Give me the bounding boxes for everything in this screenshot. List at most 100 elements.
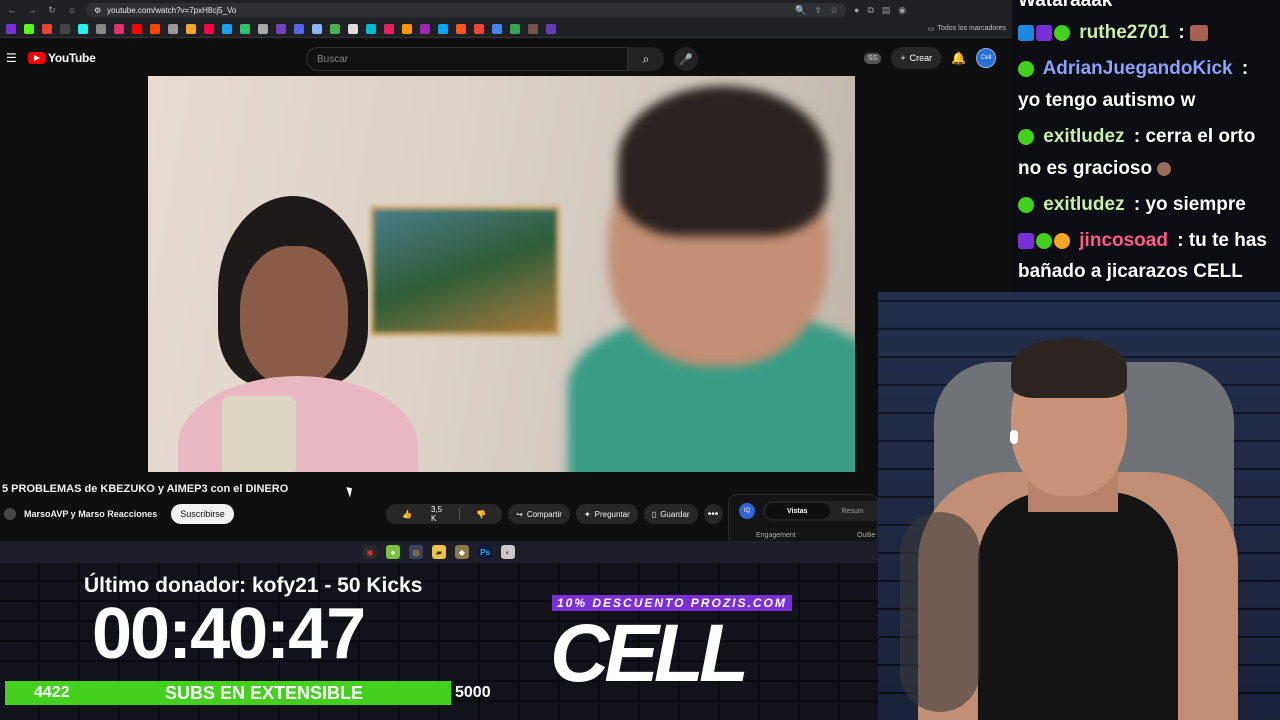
video-wall-painting <box>370 206 560 336</box>
bookmark-icon[interactable] <box>186 23 196 34</box>
chat-badges <box>1018 232 1070 249</box>
chat-badges <box>1018 24 1070 41</box>
forward-icon[interactable]: → <box>26 5 38 15</box>
reload-icon[interactable]: ↻ <box>46 5 58 16</box>
more-icon: ••• <box>707 508 719 520</box>
save-button[interactable]: ▯ Guardar <box>643 504 698 524</box>
bookmark-icon[interactable] <box>474 23 484 34</box>
app-icon[interactable]: ● <box>386 545 400 559</box>
bookmark-gmail-icon[interactable] <box>42 23 52 34</box>
tab-search-icon[interactable]: ▤ <box>882 5 891 16</box>
bookmark-icon[interactable] <box>402 23 412 34</box>
site-info-icon[interactable]: ⚙ <box>94 6 101 15</box>
save-label: Guardar <box>660 509 690 519</box>
streamer-arm-tattoo <box>900 512 980 712</box>
bookmark-icon[interactable] <box>348 23 358 34</box>
bookmark-icon[interactable] <box>546 23 556 34</box>
subscribe-button[interactable]: Suscribirse <box>171 504 234 524</box>
bookmark-icon[interactable] <box>528 23 538 34</box>
bookmark-icon[interactable] <box>96 23 106 34</box>
like-button[interactable]: 👍 3,5 K <box>386 505 459 523</box>
all-bookmarks-folder[interactable]: ▭ Todos los marcadores <box>928 25 1006 33</box>
hamburger-menu-icon[interactable]: ☰ <box>6 51 20 65</box>
chat-username: jincosoad <box>1079 230 1168 251</box>
bookmark-icon[interactable] <box>456 23 466 34</box>
bookmark-twitch-icon[interactable] <box>6 23 16 34</box>
voice-search-button[interactable]: 🎤 <box>674 47 698 71</box>
badge-icon <box>1036 24 1052 41</box>
tab-vistas[interactable]: Vistas <box>765 503 830 519</box>
bookmark-icon[interactable] <box>168 23 178 34</box>
home-icon[interactable]: ⌂ <box>66 5 78 15</box>
analytics-logo[interactable]: IQ <box>739 503 755 519</box>
youtube-logo[interactable]: YouTube <box>28 51 96 65</box>
chat-message: jincosoad : tu te has <box>1018 230 1267 252</box>
emote-icon <box>1157 161 1172 176</box>
bookmark-icon[interactable] <box>312 23 322 34</box>
plus-icon: + <box>900 53 906 63</box>
bookmark-icon[interactable] <box>420 23 430 34</box>
address-bar[interactable]: ⚙ youtube.com/watch?v=7pxH8cj5_Vo 🔍 ⇪ ☆ <box>86 3 846 17</box>
back-icon[interactable]: ← <box>6 5 18 15</box>
bookmark-icon[interactable] <box>510 23 520 34</box>
chat-text: : cerra el orto <box>1133 126 1256 147</box>
more-actions-button[interactable]: ••• <box>703 504 723 524</box>
share-button[interactable]: ↪ Compartir <box>508 504 570 524</box>
ask-button[interactable]: ✦ Preguntar <box>575 504 638 524</box>
bookmark-youtube-icon[interactable] <box>132 23 142 34</box>
subscriber-badge-icon <box>1036 232 1052 249</box>
bookmark-x-icon[interactable] <box>60 23 70 34</box>
ss-badge[interactable]: SS <box>864 52 882 64</box>
bookmark-icon[interactable] <box>366 23 376 34</box>
video-person-left <box>178 196 418 472</box>
all-bookmarks-label: Todos los marcadores <box>937 25 1006 32</box>
zoom-icon[interactable]: 🔍 <box>795 5 806 16</box>
chat-message: exitludez : cerra el orto <box>1018 126 1255 148</box>
file-explorer-icon[interactable]: ▰ <box>432 545 446 559</box>
video-player[interactable] <box>148 76 855 472</box>
profile-icon[interactable]: ◉ <box>898 5 906 16</box>
app-icon[interactable]: ◐ <box>501 545 515 559</box>
dislike-button[interactable]: 👎 <box>460 510 502 519</box>
bookmark-icon[interactable] <box>258 23 268 34</box>
bookmark-icon[interactable] <box>150 23 160 34</box>
bookmark-kick-icon[interactable] <box>24 23 34 34</box>
youtube-logo-text: YouTube <box>48 51 96 65</box>
bookmark-icon[interactable] <box>438 23 448 34</box>
search-icon: ⌕ <box>642 51 650 66</box>
bookmark-icon[interactable] <box>330 23 340 34</box>
bookmark-instagram-icon[interactable] <box>114 23 124 34</box>
extensions-puzzle-icon[interactable]: ⧉ <box>867 5 873 16</box>
subs-label: SUBS EN EXTENSIBLE <box>165 682 364 703</box>
like-dislike-group: 👍 3,5 K 👎 <box>386 504 503 524</box>
extension-icon[interactable]: ● <box>854 5 859 16</box>
obs-icon[interactable]: ◉ <box>363 545 377 559</box>
bookmark-icon[interactable] <box>492 23 502 34</box>
subathon-timer: 00:40:47 <box>92 594 366 674</box>
bookmark-icon[interactable] <box>294 23 304 34</box>
photoshop-icon[interactable]: Ps <box>478 545 492 559</box>
tab-resumen[interactable]: Resum <box>830 508 876 515</box>
chrome-icon[interactable]: ◎ <box>409 545 423 559</box>
bookmark-star-icon[interactable]: ☆ <box>830 5 838 16</box>
account-avatar[interactable]: Cell <box>976 48 997 68</box>
bookmark-icon[interactable] <box>222 23 232 34</box>
bookmark-tiktok-icon[interactable] <box>78 23 88 34</box>
create-button[interactable]: + Crear <box>891 47 942 69</box>
chat-message: ruthe2701 : <box>1018 22 1208 44</box>
notifications-bell-icon[interactable]: 🔔 <box>951 51 966 65</box>
bookmark-icon[interactable] <box>240 23 250 34</box>
bookmark-icon[interactable] <box>204 23 214 34</box>
search-button[interactable]: ⌕ <box>628 47 664 71</box>
channel-avatar[interactable] <box>4 508 16 520</box>
app-icon[interactable]: ◆ <box>455 545 469 559</box>
search-input[interactable]: Buscar <box>306 47 628 71</box>
bookmark-icon[interactable] <box>384 23 394 34</box>
address-url: youtube.com/watch?v=7pxH8cj5_Vo <box>107 5 237 15</box>
subscriber-badge-icon <box>1018 128 1034 145</box>
channel-name[interactable]: MarsoAVP y Marso Reacciones <box>24 509 157 519</box>
video-actions: 👍 3,5 K 👎 ↪ Compartir ✦ Preguntar ▯ Guar <box>386 504 723 524</box>
streamer-hair <box>1011 338 1127 398</box>
share-page-icon[interactable]: ⇪ <box>814 5 822 16</box>
bookmark-icon[interactable] <box>276 23 286 34</box>
